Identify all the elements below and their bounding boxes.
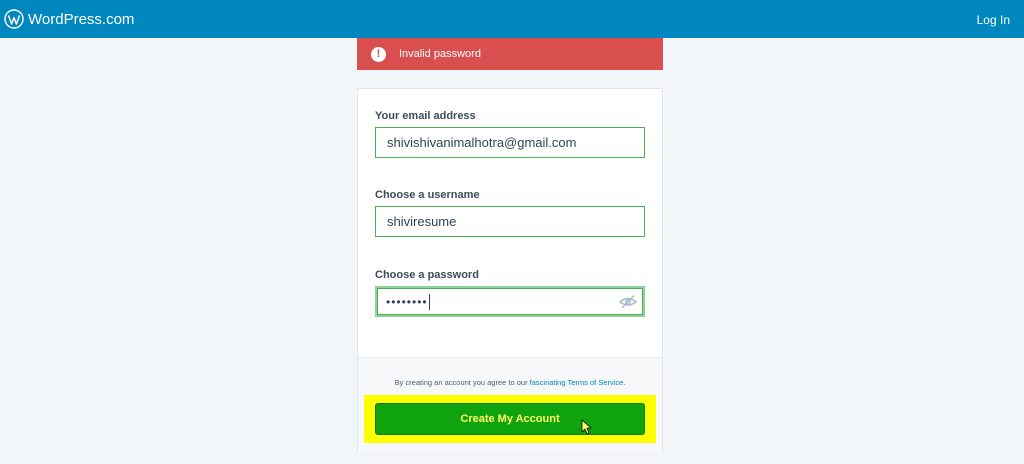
username-field[interactable]: shiviresume <box>375 206 645 237</box>
terms-suffix: . <box>623 378 626 387</box>
text-caret <box>428 293 430 310</box>
terms-prefix: By creating an account you agree to our <box>394 378 530 387</box>
wordpress-icon <box>4 9 24 29</box>
toggle-password-visibility-icon[interactable] <box>619 294 637 309</box>
brand-name: WordPress.com <box>28 10 135 28</box>
password-label: Choose a password <box>375 269 479 281</box>
username-label: Choose a username <box>375 189 480 201</box>
alert-icon: ! <box>371 46 386 62</box>
terms-of-service-link[interactable]: fascinating Terms of Service <box>530 378 624 387</box>
email-field[interactable]: shivishivanimalhotra@gmail.com <box>375 127 645 158</box>
terms-notice: By creating an account you agree to our … <box>358 378 662 387</box>
mouse-pointer-icon <box>581 419 591 435</box>
email-value: shivishivanimalhotra@gmail.com <box>387 135 577 150</box>
create-account-button[interactable]: Create My Account <box>375 403 645 435</box>
password-field[interactable]: •••••••• <box>375 286 645 317</box>
wordpress-logo[interactable]: WordPress.com <box>4 9 134 29</box>
error-notice: ! Invalid password <box>357 38 663 70</box>
log-in-link[interactable]: Log In <box>977 13 1010 27</box>
username-value: shiviresume <box>387 214 457 229</box>
email-label: Your email address <box>375 110 476 122</box>
top-bar: WordPress.com Log In <box>0 0 1024 38</box>
error-message: Invalid password <box>399 48 481 60</box>
password-value: •••••••• <box>386 294 428 309</box>
